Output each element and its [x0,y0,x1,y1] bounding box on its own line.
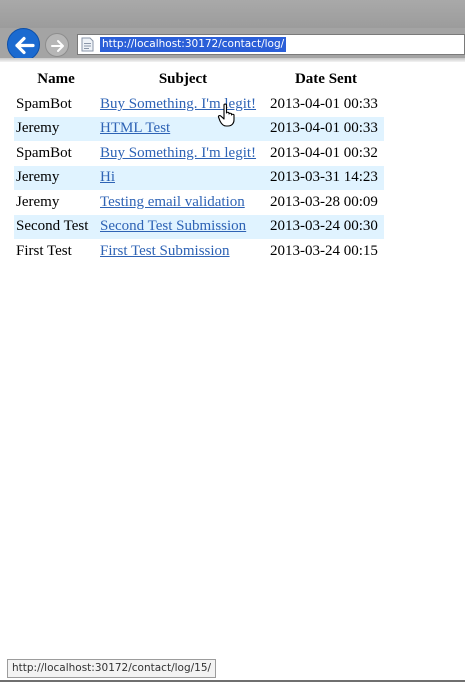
cell-subject: Testing email validation [98,190,268,215]
back-button[interactable] [7,28,40,61]
cell-date: 2013-03-24 00:15 [270,242,378,259]
contact-log-table: Name Subject Date Sent SpamBot Buy Somet… [14,66,384,264]
cell-date: 2013-04-01 00:33 [268,116,384,141]
table-row: SpamBot Buy Something. I'm legit! 2013-0… [14,92,384,117]
cell-subject: HTML Test [98,116,268,141]
table-header-row: Name Subject Date Sent [14,66,384,92]
status-bar: http://localhost:30172/contact/log/15/ [7,659,217,678]
table-row: Second Test Second Test Submission 2013-… [14,214,384,239]
forward-button[interactable] [45,33,69,57]
header-name: Name [37,70,75,87]
cell-name: First Test [16,242,72,259]
header-subject: Subject [158,70,208,87]
cell-subject: Second Test Submission [98,214,268,239]
toolbar-divider [0,58,465,62]
subject-link[interactable]: Buy Something. I'm legit! [100,145,256,161]
subject-link[interactable]: First Test Submission [100,243,230,259]
subject-link[interactable]: Hi [100,169,115,185]
cell-name: Jeremy [14,165,98,190]
page-content: Name Subject Date Sent SpamBot Buy Somet… [14,66,384,264]
header-date-sent: Date Sent [294,70,358,87]
window-bottom-border [0,680,465,682]
cell-name: Jeremy [16,193,60,210]
cell-date: 2013-04-01 00:33 [270,95,378,112]
browser-window: http://localhost:30172/contact/log/ Name… [0,0,465,685]
table-row: SpamBot Buy Something. I'm legit! 2013-0… [14,141,384,166]
table-row: Jeremy Hi 2013-03-31 14:23 [14,165,384,190]
cell-name: Second Test [14,214,98,239]
page-icon [81,37,94,52]
subject-link[interactable]: Second Test Submission [100,218,246,234]
table-row: Jeremy HTML Test 2013-04-01 00:33 [14,116,384,141]
address-bar[interactable]: http://localhost:30172/contact/log/ [77,34,465,55]
cell-subject: Hi [98,165,268,190]
cell-subject: Buy Something. I'm legit! [98,141,268,166]
address-url[interactable]: http://localhost:30172/contact/log/ [100,37,287,52]
subject-link[interactable]: HTML Test [100,120,170,136]
cell-name: SpamBot [16,95,72,112]
cell-name: SpamBot [16,144,72,161]
cell-subject: Buy Something. I'm legit! [98,92,268,117]
table-row: Jeremy Testing email validation 2013-03-… [14,190,384,215]
cell-date: 2013-03-28 00:09 [270,193,378,210]
cell-subject: First Test Submission [98,239,268,264]
cell-name: Jeremy [14,116,98,141]
cell-date: 2013-04-01 00:32 [270,144,378,161]
table-row: First Test First Test Submission 2013-03… [14,239,384,264]
subject-link[interactable]: Testing email validation [100,194,245,210]
hand-cursor-icon [217,103,235,127]
forward-arrow-icon [51,40,64,52]
cell-date: 2013-03-31 14:23 [268,165,384,190]
cell-date: 2013-03-24 00:30 [268,214,384,239]
